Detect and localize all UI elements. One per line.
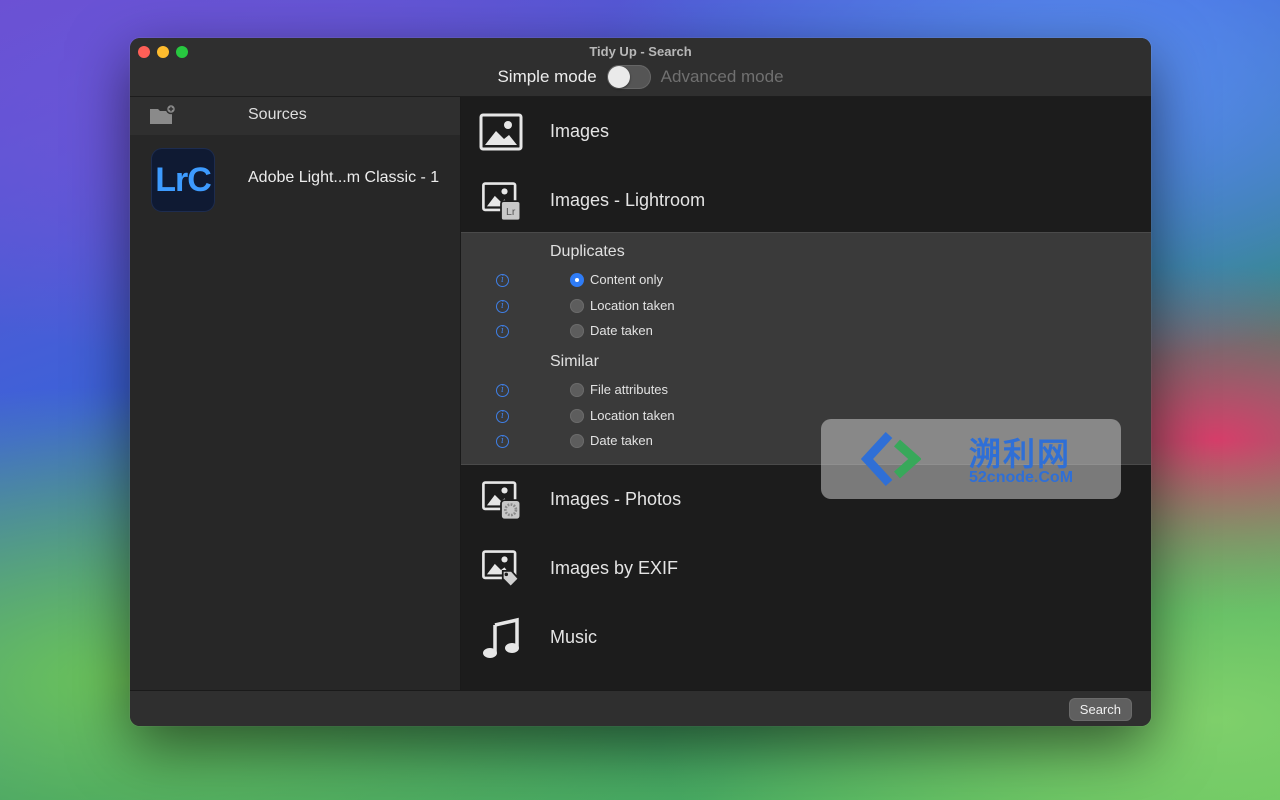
- mode-toggle-knob: [607, 66, 630, 88]
- category-label: Images - Lightroom: [550, 190, 706, 210]
- sources-title: Sources: [248, 106, 307, 123]
- duplicates-title: Duplicates: [550, 243, 625, 260]
- option-duplicates-location-taken[interactable]: i Location taken: [461, 296, 1151, 318]
- similar-title: Similar: [550, 353, 599, 370]
- category-label: Images - Photos: [550, 489, 682, 509]
- window-title: Tidy Up - Search: [589, 44, 692, 59]
- radio-button[interactable]: [570, 299, 584, 313]
- category-label: Music: [550, 627, 598, 647]
- search-button[interactable]: Search: [1069, 699, 1131, 720]
- advanced-mode-label: Advanced mode: [660, 67, 784, 86]
- sources-header: Sources: [130, 97, 460, 135]
- image-lightroom-icon: Lr: [482, 182, 522, 222]
- category-label: Images: [550, 121, 610, 141]
- watermark-logo-icon: [861, 431, 921, 487]
- simple-mode-label: Simple mode: [497, 67, 597, 86]
- info-icon[interactable]: i: [496, 435, 509, 448]
- watermark-url: 52cnode.CoM: [969, 469, 1074, 486]
- music-icon: [483, 617, 519, 658]
- info-icon[interactable]: i: [496, 325, 509, 338]
- image-exif-icon: [482, 550, 520, 588]
- radio-button[interactable]: [570, 324, 584, 338]
- info-icon[interactable]: i: [496, 384, 509, 397]
- bottom-toolbar: Search: [130, 690, 1151, 726]
- category-music[interactable]: Music: [461, 603, 1151, 672]
- option-label: Content only: [590, 272, 663, 287]
- radio-button[interactable]: [570, 434, 584, 448]
- info-icon[interactable]: i: [496, 274, 509, 287]
- category-next-partial[interactable]: [461, 672, 1151, 690]
- option-label: File attributes: [590, 382, 669, 397]
- image-photos-icon: [482, 481, 522, 521]
- option-similar-file-attributes[interactable]: i File attributes: [461, 380, 1151, 402]
- option-label: Location taken: [590, 298, 675, 313]
- image-icon: [479, 113, 523, 151]
- app-window: Tidy Up - Search Simple mode Advanced mo…: [130, 38, 1151, 726]
- radio-button[interactable]: [570, 383, 584, 397]
- watermark-overlay: 溯利网 52cnode.CoM: [821, 419, 1121, 499]
- mode-toggle[interactable]: [606, 65, 651, 89]
- info-icon[interactable]: i: [496, 410, 509, 423]
- option-label: Location taken: [590, 408, 675, 423]
- category-images-by-exif[interactable]: Images by EXIF: [461, 534, 1151, 603]
- info-icon[interactable]: i: [496, 300, 509, 313]
- category-images[interactable]: Images: [461, 97, 1151, 166]
- source-item-lightroom[interactable]: LrC Adobe Light...m Classic - 1: [130, 145, 460, 215]
- radio-button[interactable]: [570, 409, 584, 423]
- option-duplicates-date-taken[interactable]: i Date taken: [461, 321, 1151, 343]
- add-folder-icon[interactable]: [148, 104, 176, 128]
- mode-switch-row: Simple mode Advanced mode: [130, 64, 1151, 90]
- title-bar: Tidy Up - Search Simple mode Advanced mo…: [130, 38, 1151, 97]
- source-label: Adobe Light...m Classic - 1: [248, 169, 440, 186]
- svg-text:Lr: Lr: [506, 206, 516, 218]
- option-duplicates-content-only[interactable]: i Content only: [461, 270, 1151, 292]
- radio-button[interactable]: [570, 273, 584, 287]
- option-label: Date taken: [590, 433, 653, 448]
- lightroom-classic-icon: LrC: [152, 149, 214, 211]
- category-label: Images by EXIF: [550, 558, 679, 578]
- category-images-lightroom[interactable]: Lr Images - Lightroom: [461, 166, 1151, 235]
- option-label: Date taken: [590, 323, 653, 338]
- sources-sidebar: Sources LrC Adobe Light...m Classic - 1: [130, 97, 461, 690]
- category-list: Images Lr Images - Lightroom Duplicates …: [461, 97, 1151, 690]
